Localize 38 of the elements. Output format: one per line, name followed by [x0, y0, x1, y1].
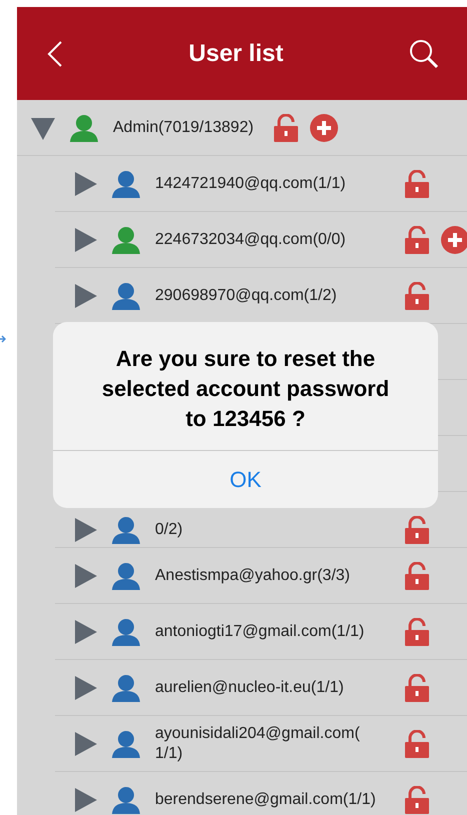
- lock-icon[interactable]: [405, 516, 429, 544]
- lock-icon[interactable]: [405, 786, 429, 814]
- lock-icon[interactable]: [405, 674, 429, 702]
- expand-triangle-icon[interactable]: [73, 676, 97, 700]
- expand-triangle-icon[interactable]: [73, 788, 97, 812]
- lock-icon[interactable]: [405, 170, 429, 198]
- add-icon[interactable]: [310, 114, 338, 142]
- arrow-icon: [0, 334, 6, 344]
- add-icon[interactable]: [441, 226, 467, 254]
- expand-triangle-icon[interactable]: [73, 732, 97, 756]
- alert-message: Are you sure to reset the selected account password to 123456 ?: [100, 345, 390, 433]
- lock-icon[interactable]: [405, 618, 429, 646]
- expand-triangle-icon[interactable]: [73, 620, 97, 644]
- user-name[interactable]: aurelien@nucleo-it.eu(1/1): [155, 678, 385, 698]
- user-name[interactable]: 290698970@qq.com(1/2): [155, 286, 385, 306]
- user-name[interactable]: berendserene@gmail.com(1/1): [155, 790, 385, 810]
- user-name[interactable]: Anestismpa@yahoo.gr(3/3): [155, 566, 385, 586]
- expand-triangle-icon[interactable]: [73, 518, 97, 542]
- user-name[interactable]: 0/2): [155, 520, 385, 540]
- user-name[interactable]: 1424721940@qq.com(1/1): [155, 174, 385, 194]
- search-icon[interactable]: [409, 38, 439, 68]
- lock-icon[interactable]: [274, 114, 298, 142]
- user-name[interactable]: Admin(7019/13892): [113, 118, 254, 138]
- expand-triangle-icon[interactable]: [73, 172, 97, 196]
- user-name[interactable]: 2246732034@qq.com(0/0): [155, 230, 385, 250]
- page-title: User list: [188, 38, 284, 68]
- ok-button[interactable]: OK: [218, 463, 274, 496]
- expand-triangle-icon[interactable]: [73, 228, 97, 252]
- lock-icon[interactable]: [405, 282, 429, 310]
- lock-icon[interactable]: [405, 226, 429, 254]
- collapse-triangle-icon[interactable]: [31, 116, 55, 140]
- lock-icon[interactable]: [405, 562, 429, 590]
- back-icon[interactable]: [47, 40, 63, 68]
- lock-icon[interactable]: [405, 730, 429, 758]
- expand-triangle-icon[interactable]: [73, 284, 97, 308]
- user-name[interactable]: antoniogti17@gmail.com(1/1): [155, 622, 385, 642]
- expand-triangle-icon[interactable]: [73, 564, 97, 588]
- user-name[interactable]: ayounisidali204@gmail.com( 1/1): [155, 724, 385, 764]
